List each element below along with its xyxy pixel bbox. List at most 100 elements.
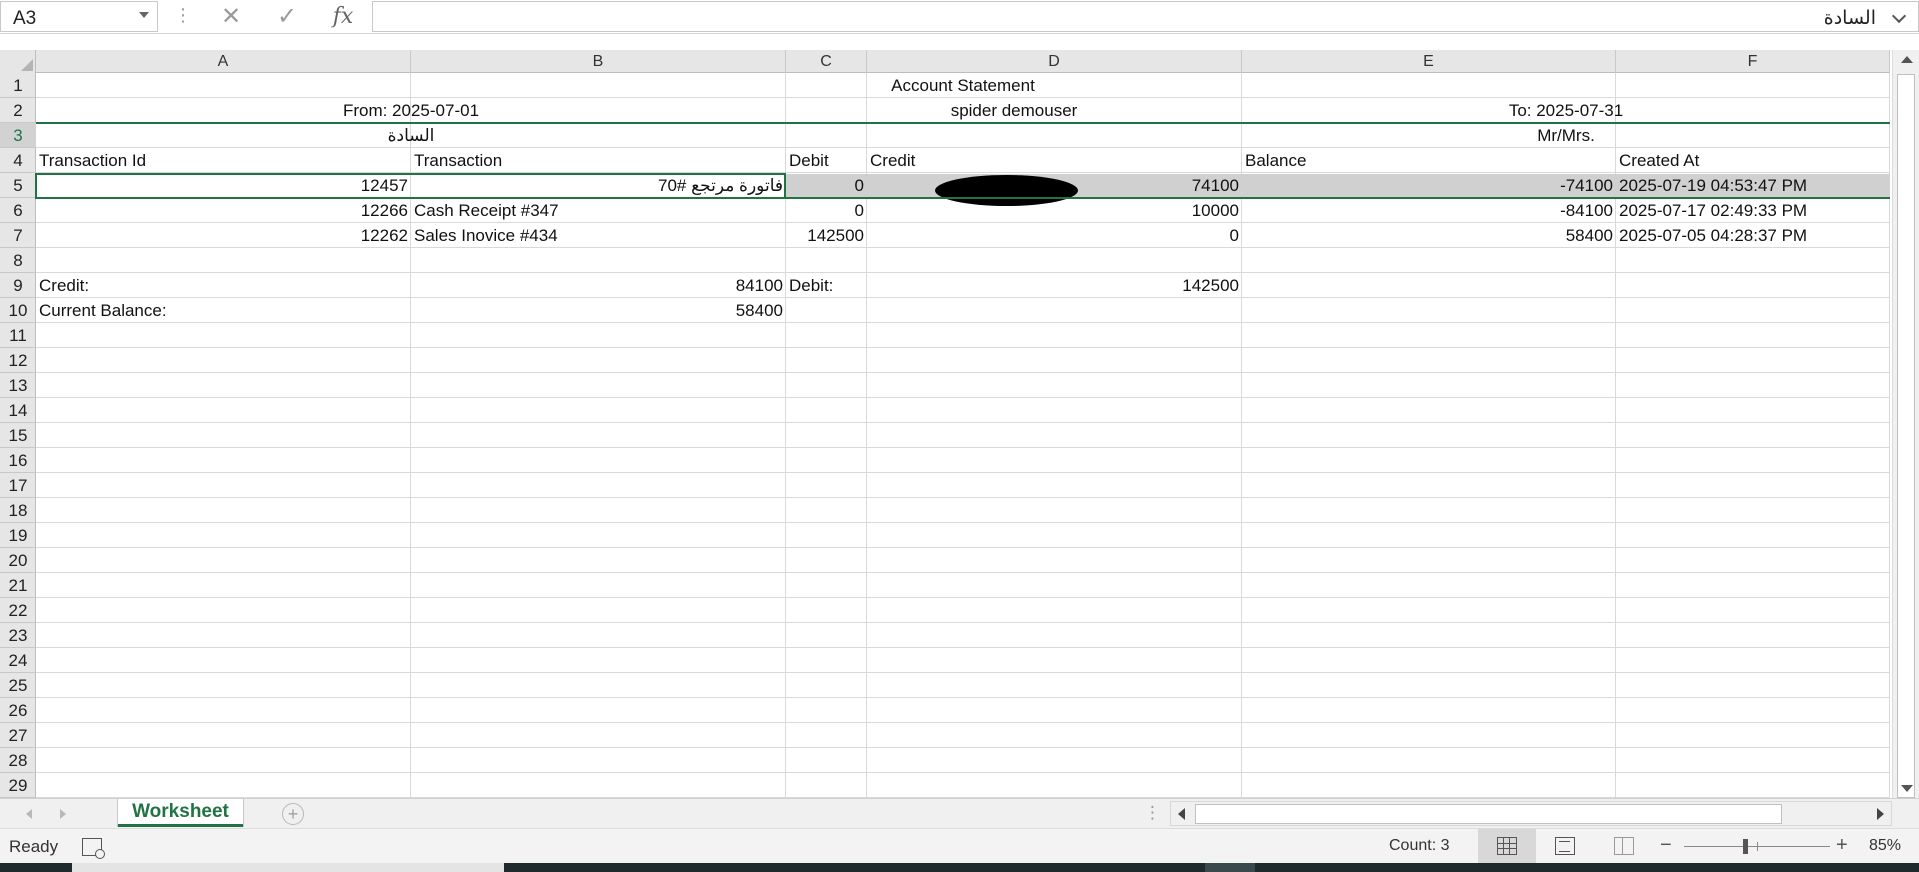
row-header-16[interactable]: 16 xyxy=(0,448,36,473)
column-header-d[interactable]: D xyxy=(867,50,1242,73)
row-header-1[interactable]: 1 xyxy=(0,73,36,98)
header-debit[interactable]: Debit xyxy=(786,148,867,173)
zoom-slider-thumb[interactable] xyxy=(1742,839,1748,854)
row-header-17[interactable]: 17 xyxy=(0,473,36,498)
cell-debit-label[interactable]: Debit: xyxy=(786,273,867,298)
column-header-f[interactable]: F xyxy=(1616,50,1890,73)
formula-bar-grip-icon[interactable]: ⋮ xyxy=(174,4,192,28)
column-header-e[interactable]: E xyxy=(1242,50,1616,73)
row-header-11[interactable]: 11 xyxy=(0,323,36,348)
macro-recording-icon[interactable] xyxy=(82,838,105,859)
selection-count[interactable]: Count: 3 xyxy=(1389,837,1449,855)
row-header-5[interactable]: 5 xyxy=(0,173,36,198)
header-balance[interactable]: Balance xyxy=(1242,148,1616,173)
add-sheet-icon[interactable]: + xyxy=(282,803,304,825)
row-header-27[interactable]: 27 xyxy=(0,723,36,748)
cell-from[interactable]: From: 2025-07-01 xyxy=(36,98,786,123)
name-box[interactable]: A3 xyxy=(0,1,158,32)
zoom-in-icon[interactable]: + xyxy=(1836,834,1848,857)
row-header-15[interactable]: 15 xyxy=(0,423,36,448)
cell-transaction[interactable]: Cash Receipt #347 xyxy=(411,198,786,223)
normal-view-button[interactable] xyxy=(1478,829,1536,863)
cell-created-at[interactable]: 2025-07-17 02:49:33 PM xyxy=(1616,198,1890,223)
cell-debit-total[interactable]: 142500 xyxy=(867,273,1242,298)
taskbar-item[interactable] xyxy=(1205,863,1255,872)
cell-transaction-id[interactable]: 12262 xyxy=(36,223,411,248)
select-all-button[interactable] xyxy=(0,50,36,73)
row-header-14[interactable]: 14 xyxy=(0,398,36,423)
row-header-8[interactable]: 8 xyxy=(0,248,36,273)
header-transaction-id[interactable]: Transaction Id xyxy=(36,148,411,173)
cell-transaction-id[interactable]: 12266 xyxy=(36,198,411,223)
header-created-at[interactable]: Created At xyxy=(1616,148,1890,173)
horizontal-scrollbar[interactable] xyxy=(1170,801,1892,826)
row-header-28[interactable]: 28 xyxy=(0,748,36,773)
scroll-right-icon[interactable] xyxy=(1877,808,1884,820)
cell-title[interactable]: Account Statement xyxy=(36,73,1890,98)
zoom-out-icon[interactable]: − xyxy=(1660,834,1672,857)
formula-input[interactable]: السادة xyxy=(372,1,1919,32)
row-header-21[interactable]: 21 xyxy=(0,573,36,598)
insert-function-icon[interactable]: fx xyxy=(328,3,358,31)
enter-icon[interactable]: ✓ xyxy=(272,3,302,31)
cancel-icon[interactable]: ✕ xyxy=(216,3,246,31)
row-header-7[interactable]: 7 xyxy=(0,223,36,248)
row-header-19[interactable]: 19 xyxy=(0,523,36,548)
vertical-scroll-thumb[interactable] xyxy=(1897,74,1915,798)
row-header-2[interactable]: 2 xyxy=(0,98,36,123)
horizontal-scroll-thumb[interactable] xyxy=(1195,804,1782,824)
cell-created-at[interactable]: 2025-07-19 04:53:47 PM xyxy=(1616,173,1890,198)
header-credit[interactable]: Credit xyxy=(867,148,1242,173)
row-header-25[interactable]: 25 xyxy=(0,673,36,698)
row-header-13[interactable]: 13 xyxy=(0,373,36,398)
cell-credit[interactable]: 74100 xyxy=(867,173,1242,198)
cell-credit-label[interactable]: Credit: xyxy=(36,273,411,298)
cell-salutation-ar[interactable]: السادة xyxy=(36,123,786,148)
vertical-scrollbar[interactable] xyxy=(1892,50,1919,798)
cell-to[interactable]: To: 2025-07-31 xyxy=(1242,98,1890,123)
page-layout-view-icon[interactable] xyxy=(1555,837,1575,855)
column-header-a[interactable]: A xyxy=(36,50,411,73)
row-header-6[interactable]: 6 xyxy=(0,198,36,223)
cell-balance-total[interactable]: 58400 xyxy=(411,298,786,323)
sheet-tab-worksheet[interactable]: Worksheet xyxy=(118,799,243,827)
tab-split-handle-icon[interactable]: ⋮ xyxy=(1144,803,1161,823)
cell-credit[interactable]: 10000 xyxy=(867,198,1242,223)
cell-credit-total[interactable]: 84100 xyxy=(411,273,786,298)
row-header-26[interactable]: 26 xyxy=(0,698,36,723)
row-header-12[interactable]: 12 xyxy=(0,348,36,373)
cell-balance-label[interactable]: Current Balance: xyxy=(36,298,411,323)
previous-sheet-icon[interactable] xyxy=(26,809,32,819)
header-transaction[interactable]: Transaction xyxy=(411,148,786,173)
column-header-c[interactable]: C xyxy=(786,50,867,73)
expand-formula-bar-icon[interactable] xyxy=(1891,8,1907,24)
cell-created-at[interactable]: 2025-07-05 04:28:37 PM xyxy=(1616,223,1890,248)
cell-customer[interactable]: spider demouser xyxy=(786,98,1242,123)
name-box-dropdown-icon[interactable] xyxy=(139,12,149,18)
cell-balance[interactable]: 58400 xyxy=(1242,223,1616,248)
cell-balance[interactable]: -84100 xyxy=(1242,198,1616,223)
scroll-left-icon[interactable] xyxy=(1178,808,1185,820)
active-cell-selection[interactable] xyxy=(35,173,786,199)
row-header-10[interactable]: 10 xyxy=(0,298,36,323)
cell-debit[interactable]: 0 xyxy=(786,173,867,198)
cell-salutation-en[interactable]: Mr/Mrs. xyxy=(1242,123,1890,148)
cell-credit[interactable]: 0 xyxy=(867,223,1242,248)
scroll-up-icon[interactable] xyxy=(1901,56,1913,63)
cell-debit[interactable]: 142500 xyxy=(786,223,867,248)
next-sheet-icon[interactable] xyxy=(60,809,66,819)
scroll-down-icon[interactable] xyxy=(1901,785,1913,792)
column-header-b[interactable]: B xyxy=(411,50,786,73)
page-break-preview-icon[interactable] xyxy=(1614,837,1634,855)
taskbar-item[interactable] xyxy=(72,863,504,872)
zoom-level[interactable]: 85% xyxy=(1869,837,1901,855)
cell-transaction[interactable]: Sales Inovice #434 xyxy=(411,223,786,248)
row-header-22[interactable]: 22 xyxy=(0,598,36,623)
row-header-18[interactable]: 18 xyxy=(0,498,36,523)
row-header-3[interactable]: 3 xyxy=(0,123,36,148)
row-header-20[interactable]: 20 xyxy=(0,548,36,573)
row-header-4[interactable]: 4 xyxy=(0,148,36,173)
row-header-24[interactable]: 24 xyxy=(0,648,36,673)
worksheet-grid[interactable]: ABCDEF 1 2 3 4 5 6 7 8 9 10 11 12 13 14 15 16 17 18 19 20 21… xyxy=(0,50,1890,798)
row-header-9[interactable]: 9 xyxy=(0,273,36,298)
